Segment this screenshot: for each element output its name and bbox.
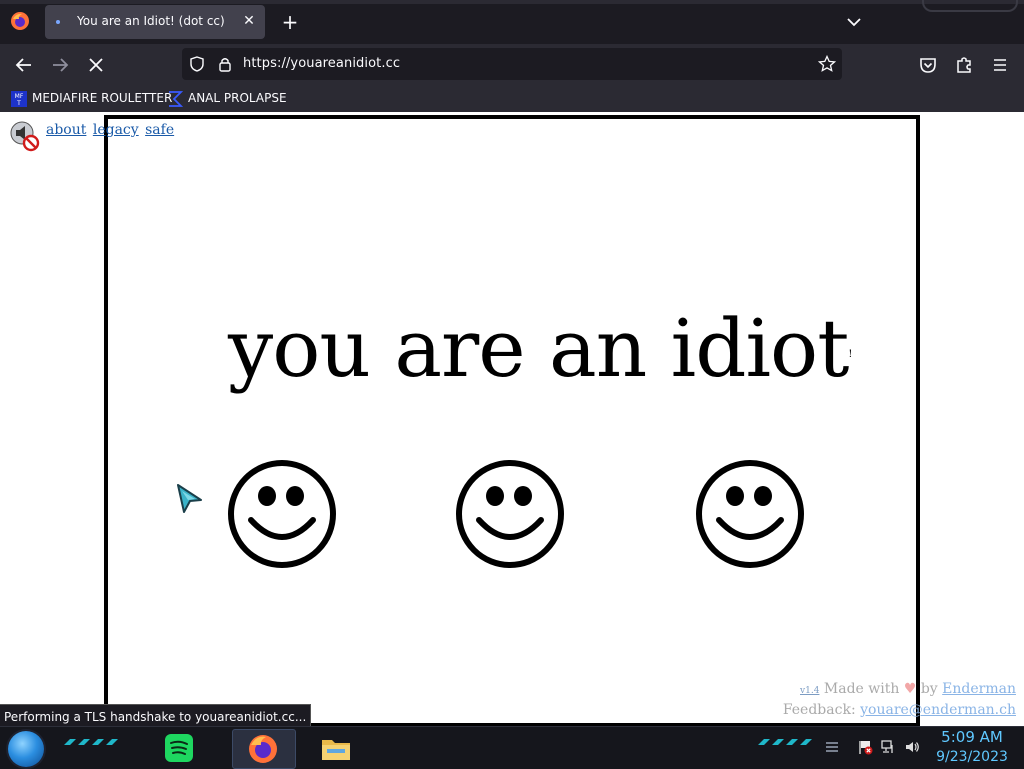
- sound-muted-icon[interactable]: [8, 120, 40, 152]
- show-hidden-icons-icon[interactable]: [824, 739, 840, 755]
- volume-icon[interactable]: [904, 739, 920, 755]
- credits-line-1: v1.4 Made with ♥ by Enderman: [783, 680, 1016, 701]
- action-center-flag-icon[interactable]: [857, 739, 873, 755]
- stop-loading-x-icon[interactable]: [85, 54, 107, 76]
- back-arrow-icon[interactable]: [13, 54, 35, 76]
- tracking-shield-icon[interactable]: [189, 56, 205, 72]
- extensions-puzzle-icon[interactable]: [953, 54, 975, 76]
- headline-mark: !: [848, 349, 852, 360]
- file-explorer-folder-icon[interactable]: [318, 730, 354, 766]
- pocket-icon[interactable]: [917, 54, 939, 76]
- legacy-link[interactable]: legacy: [93, 122, 139, 138]
- svg-text:T: T: [16, 100, 21, 107]
- headline: you are an idiot!: [228, 309, 852, 389]
- headline-text: you are an idiot: [228, 302, 849, 395]
- idiot-popup-frame: you are an idiot!: [104, 115, 920, 726]
- tab-loading-indicator-icon: [56, 20, 60, 24]
- about-link[interactable]: about: [46, 122, 86, 138]
- feedback-email-link[interactable]: youare@enderman.ch: [860, 702, 1016, 718]
- tab-strip-topline: [0, 0, 1024, 4]
- smiley-face-icon: [456, 460, 564, 568]
- author-link[interactable]: Enderman: [942, 681, 1016, 697]
- top-links: about legacy safe: [46, 122, 176, 138]
- smiley-face-icon: [696, 460, 804, 568]
- credits: v1.4 Made with ♥ by Enderman Feedback: y…: [783, 680, 1016, 720]
- spotify-app-icon[interactable]: [161, 730, 197, 766]
- tab-title: You are an Idiot! (dot cc): [77, 14, 225, 28]
- taskbar-firefox-active[interactable]: [232, 729, 296, 769]
- lock-icon[interactable]: [218, 56, 232, 72]
- titlebar-decoration: [922, 0, 1018, 12]
- tab-active[interactable]: You are an Idiot! (dot cc) ✕: [45, 5, 265, 39]
- svg-text:MF: MF: [15, 93, 24, 100]
- mediafire-icon: MF T: [11, 91, 27, 107]
- web-page: you are an idiot! about legacy safe v1.4…: [0, 112, 1024, 726]
- bookmarks-toolbar: MF T MEDIAFIRE ROULETTER ANAL PROLAPSE: [0, 86, 1024, 112]
- sigma-icon: [169, 91, 183, 107]
- start-button[interactable]: [8, 731, 44, 767]
- hamburger-menu-icon[interactable]: [989, 54, 1011, 76]
- navigation-toolbar: https://youareanidiot.cc: [0, 44, 1024, 86]
- bookmark-label: ANAL PROLAPSE: [188, 91, 287, 105]
- network-icon[interactable]: [880, 739, 896, 755]
- firefox-app-icon: [249, 735, 277, 763]
- forward-arrow-icon[interactable]: [49, 54, 71, 76]
- made-with-text: Made with: [823, 681, 900, 697]
- taskbar: 5:09 AM 9/23/2023: [0, 726, 1024, 769]
- bookmark-mediafire[interactable]: MF T MEDIAFIRE ROULETTER: [11, 89, 172, 109]
- version-link[interactable]: v1.4: [800, 686, 819, 696]
- new-tab-button[interactable]: +: [279, 9, 301, 35]
- taskbar-decoration: [64, 739, 118, 745]
- url-bar[interactable]: https://youareanidiot.cc: [182, 48, 842, 80]
- credits-line-2: Feedback: youare@enderman.ch: [783, 701, 1016, 720]
- bookmark-star-icon[interactable]: [818, 55, 836, 73]
- firefox-menu-icon[interactable]: [10, 11, 30, 31]
- tab-close-icon[interactable]: ✕: [241, 11, 257, 31]
- list-all-tabs-chevron-down-icon[interactable]: [844, 12, 864, 32]
- bookmark-label: MEDIAFIRE ROULETTER: [32, 91, 173, 105]
- smiley-face-icon: [228, 460, 336, 568]
- url-text: https://youareanidiot.cc: [243, 56, 401, 71]
- by-text: by: [920, 681, 938, 697]
- bookmark-second[interactable]: ANAL PROLAPSE: [167, 89, 287, 109]
- feedback-label: Feedback:: [782, 702, 856, 718]
- heart-icon: ♥: [903, 681, 917, 697]
- taskbar-clock[interactable]: 5:09 AM 9/23/2023: [934, 727, 1010, 767]
- safe-link[interactable]: safe: [145, 122, 174, 138]
- mouse-cursor-icon: [177, 484, 202, 513]
- clock-time: 5:09 AM: [941, 728, 1003, 746]
- clock-date: 9/23/2023: [936, 749, 1008, 765]
- taskbar-decoration: [758, 739, 812, 745]
- tab-strip: You are an Idiot! (dot cc) ✕ +: [0, 0, 1024, 44]
